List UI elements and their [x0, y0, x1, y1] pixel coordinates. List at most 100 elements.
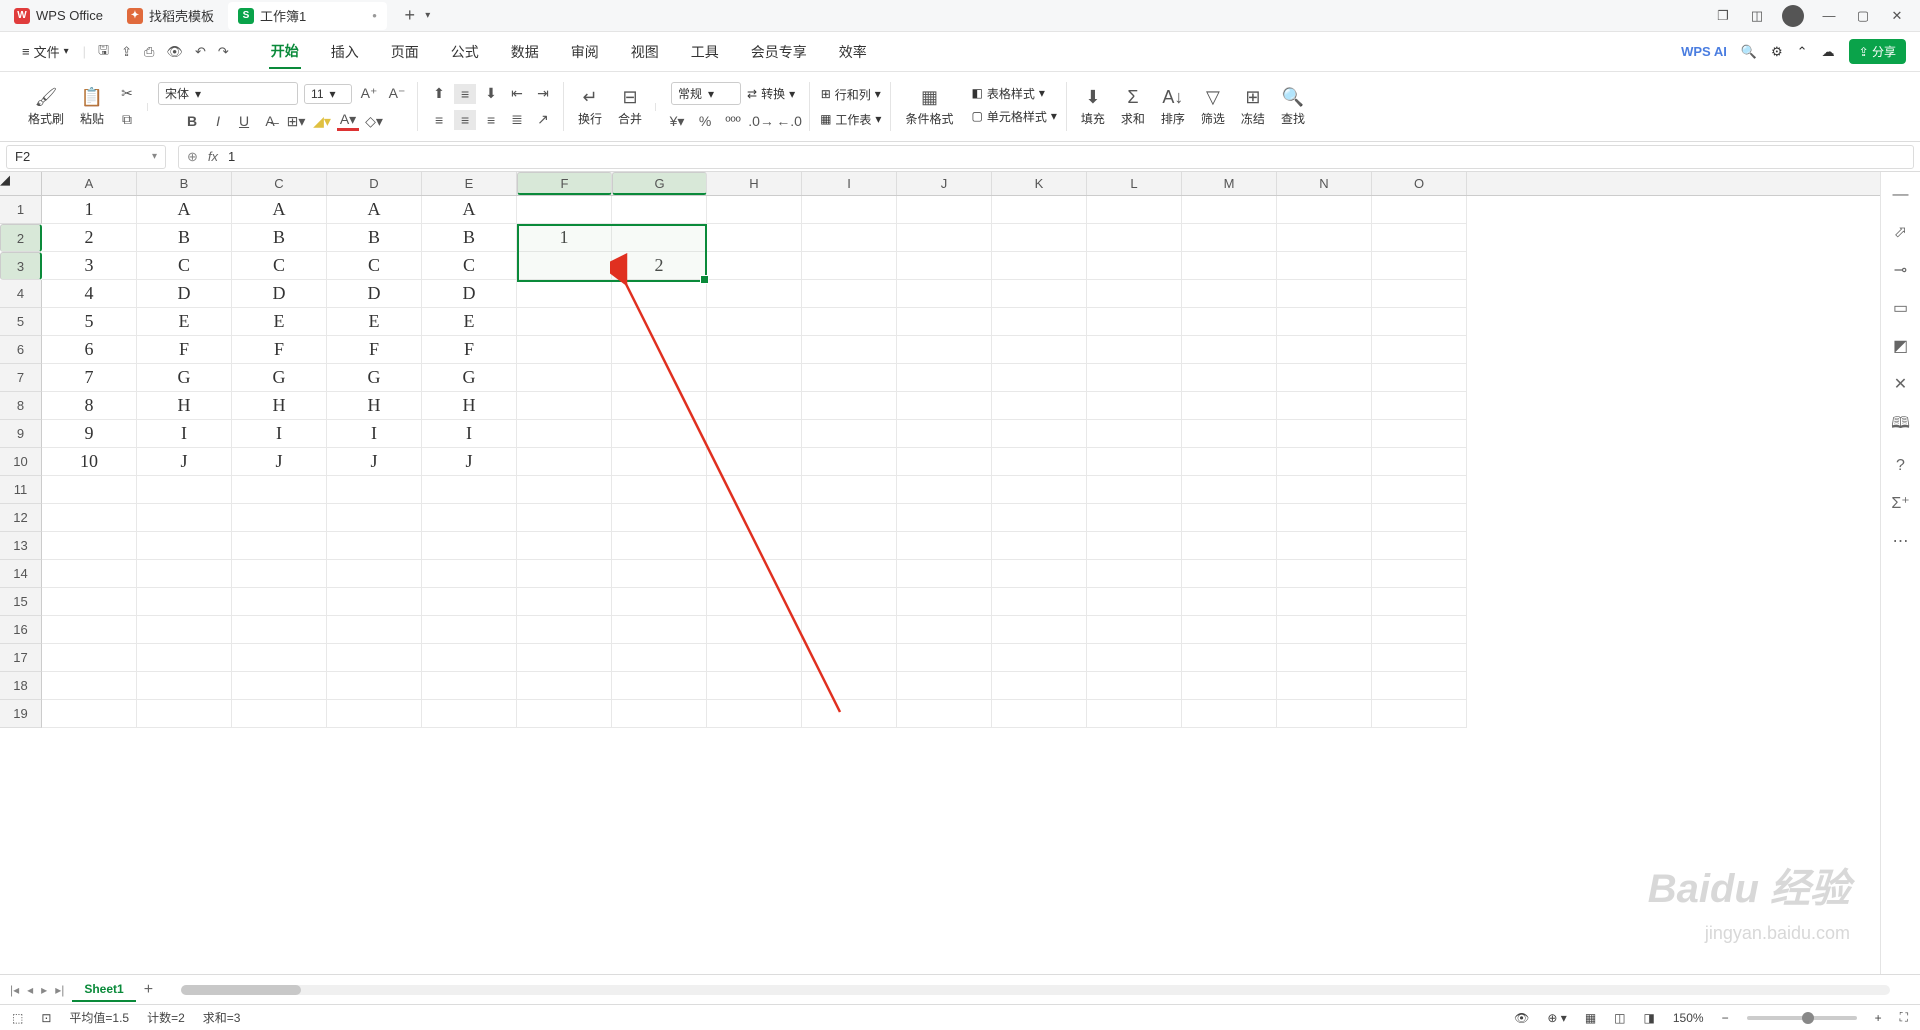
- cell-B13[interactable]: [137, 532, 232, 560]
- cell-A10[interactable]: 10: [42, 448, 137, 476]
- cell-H9[interactable]: [707, 420, 802, 448]
- cell-D7[interactable]: G: [327, 364, 422, 392]
- cell-N14[interactable]: [1277, 560, 1372, 588]
- cell-M3[interactable]: [1182, 252, 1277, 280]
- align-center-button[interactable]: ≡: [454, 110, 476, 130]
- view-target-icon[interactable]: ⊕ ▾: [1547, 1011, 1566, 1025]
- cell-H6[interactable]: [707, 336, 802, 364]
- cell-M19[interactable]: [1182, 700, 1277, 728]
- cell-N5[interactable]: [1277, 308, 1372, 336]
- cell-M16[interactable]: [1182, 616, 1277, 644]
- close-button[interactable]: ✕: [1888, 7, 1906, 25]
- column-header-N[interactable]: N: [1277, 172, 1372, 195]
- tab-menu-dropdown[interactable]: ▾: [419, 7, 437, 25]
- cell-G15[interactable]: [612, 588, 707, 616]
- decrease-indent-button[interactable]: ⇤: [506, 84, 528, 104]
- cell-O17[interactable]: [1372, 644, 1467, 672]
- strikethrough-button[interactable]: A̶: [259, 111, 281, 131]
- cell-D19[interactable]: [327, 700, 422, 728]
- cell-L2[interactable]: [1087, 224, 1182, 252]
- cell-J9[interactable]: [897, 420, 992, 448]
- cell-B4[interactable]: D: [137, 280, 232, 308]
- convert-button[interactable]: ⇄ 转换▾: [747, 82, 795, 105]
- user-avatar[interactable]: [1782, 5, 1804, 27]
- cell-M11[interactable]: [1182, 476, 1277, 504]
- cell-C1[interactable]: A: [232, 196, 327, 224]
- row-header-3[interactable]: 3: [0, 252, 42, 280]
- app-tab[interactable]: W WPS Office: [4, 2, 113, 30]
- row-header-2[interactable]: 2: [0, 224, 42, 252]
- save-icon[interactable]: 🖫: [98, 41, 109, 63]
- redo-icon[interactable]: ↷: [218, 44, 229, 60]
- cell-H14[interactable]: [707, 560, 802, 588]
- cell-F13[interactable]: [517, 532, 612, 560]
- conditional-format-button[interactable]: ▦条件格式: [901, 85, 957, 129]
- cell-G16[interactable]: [612, 616, 707, 644]
- tab-view[interactable]: 视图: [629, 36, 661, 68]
- number-format-select[interactable]: 常规▾: [671, 82, 741, 105]
- cell-J13[interactable]: [897, 532, 992, 560]
- cell-L17[interactable]: [1087, 644, 1182, 672]
- cell-H7[interactable]: [707, 364, 802, 392]
- sort-button[interactable]: A↓排序: [1157, 85, 1189, 129]
- cell-N16[interactable]: [1277, 616, 1372, 644]
- cell-G13[interactable]: [612, 532, 707, 560]
- cell-L3[interactable]: [1087, 252, 1182, 280]
- cell-I2[interactable]: [802, 224, 897, 252]
- cell-J10[interactable]: [897, 448, 992, 476]
- cell-J5[interactable]: [897, 308, 992, 336]
- search-icon[interactable]: 🔍: [1741, 44, 1757, 60]
- cell-J16[interactable]: [897, 616, 992, 644]
- cell-E1[interactable]: A: [422, 196, 517, 224]
- cell-C19[interactable]: [232, 700, 327, 728]
- cell-N12[interactable]: [1277, 504, 1372, 532]
- cell-G2[interactable]: [612, 224, 707, 252]
- cell-N2[interactable]: [1277, 224, 1372, 252]
- zoom-in-button[interactable]: +: [1875, 1011, 1882, 1025]
- cell-J8[interactable]: [897, 392, 992, 420]
- percent-button[interactable]: %: [694, 111, 716, 131]
- cell-E4[interactable]: D: [422, 280, 517, 308]
- cell-D9[interactable]: I: [327, 420, 422, 448]
- cell-G3[interactable]: 2: [612, 252, 707, 280]
- cell-M4[interactable]: [1182, 280, 1277, 308]
- cell-A3[interactable]: 3: [42, 252, 137, 280]
- cell-K5[interactable]: [992, 308, 1087, 336]
- fx-icon[interactable]: fx: [208, 149, 218, 164]
- cell-J15[interactable]: [897, 588, 992, 616]
- cell-B8[interactable]: H: [137, 392, 232, 420]
- orientation-button[interactable]: ↗: [532, 110, 554, 130]
- cell-B18[interactable]: [137, 672, 232, 700]
- tab-home[interactable]: 开始: [269, 35, 301, 69]
- cell-O1[interactable]: [1372, 196, 1467, 224]
- cell-O5[interactable]: [1372, 308, 1467, 336]
- tab-insert[interactable]: 插入: [329, 36, 361, 68]
- cell-I17[interactable]: [802, 644, 897, 672]
- cell-E7[interactable]: G: [422, 364, 517, 392]
- cell-O19[interactable]: [1372, 700, 1467, 728]
- more-icon[interactable]: ⋯: [1893, 531, 1909, 551]
- cell-G8[interactable]: [612, 392, 707, 420]
- sum-panel-icon[interactable]: Σ⁺: [1891, 493, 1909, 513]
- cell-M15[interactable]: [1182, 588, 1277, 616]
- cell-B7[interactable]: G: [137, 364, 232, 392]
- cell-N8[interactable]: [1277, 392, 1372, 420]
- zoom-out-button[interactable]: −: [1722, 1011, 1729, 1025]
- cell-H17[interactable]: [707, 644, 802, 672]
- tools-icon[interactable]: ✕: [1894, 374, 1907, 394]
- cell-H8[interactable]: [707, 392, 802, 420]
- cell-E15[interactable]: [422, 588, 517, 616]
- cell-D16[interactable]: [327, 616, 422, 644]
- cell-M14[interactable]: [1182, 560, 1277, 588]
- cell-I4[interactable]: [802, 280, 897, 308]
- cell-L15[interactable]: [1087, 588, 1182, 616]
- cell-H2[interactable]: [707, 224, 802, 252]
- cell-M8[interactable]: [1182, 392, 1277, 420]
- cell-I14[interactable]: [802, 560, 897, 588]
- column-header-A[interactable]: A: [42, 172, 137, 195]
- cell-N6[interactable]: [1277, 336, 1372, 364]
- decrease-font-button[interactable]: A⁻: [386, 84, 408, 104]
- increase-indent-button[interactable]: ⇥: [532, 84, 554, 104]
- align-bottom-button[interactable]: ⬇: [480, 84, 502, 104]
- cell-I16[interactable]: [802, 616, 897, 644]
